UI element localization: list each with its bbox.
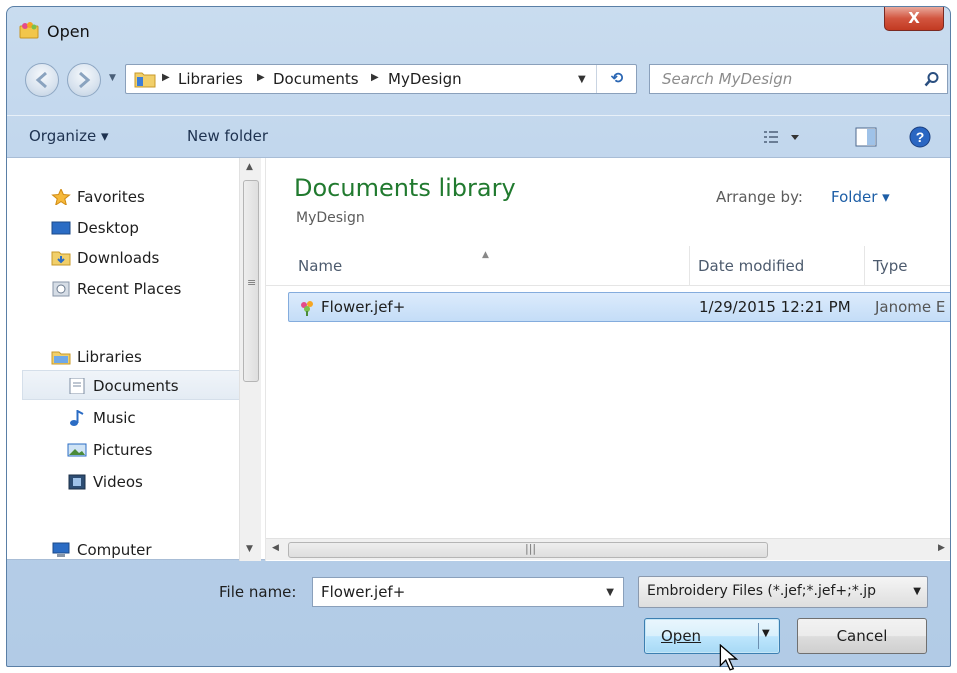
- close-button[interactable]: X: [884, 7, 944, 31]
- main-pane-area: Favorites Desktop Downloads Recent Place…: [7, 157, 950, 561]
- forward-button[interactable]: [67, 63, 101, 97]
- scroll-up-arrow[interactable]: ▲: [246, 162, 253, 172]
- desktop-icon: [51, 221, 71, 235]
- crumb-documents[interactable]: Documents: [273, 70, 359, 88]
- view-icon[interactable]: [763, 129, 803, 145]
- library-title: Documents library: [294, 174, 516, 202]
- file-scroll-thumb[interactable]: |||: [288, 542, 768, 558]
- downloads-icon: [51, 251, 71, 266]
- help-icon[interactable]: ?: [909, 126, 931, 148]
- address-dropdown[interactable]: ▼: [578, 74, 586, 85]
- column-header-row: ▲ Name Date modified Type: [266, 246, 950, 286]
- scroll-down-arrow[interactable]: ▼: [246, 544, 253, 554]
- column-name[interactable]: Name: [290, 246, 690, 286]
- file-row[interactable]: Flower.jef+ 1/29/2015 12:21 PM Janome E: [288, 292, 950, 322]
- file-type-filter-value: Embroidery Files (*.jef;*.jef+;*.jp: [647, 583, 877, 599]
- column-date-modified[interactable]: Date modified: [690, 246, 865, 286]
- arrange-by-label: Arrange by:: [716, 188, 803, 206]
- forward-icon: [79, 71, 91, 89]
- address-row: ▼ ▶ Libraries ▶ Documents ▶ MyDesign ▼ ⟲…: [7, 47, 950, 107]
- search-icon: [924, 72, 939, 87]
- mouse-cursor-icon: [719, 644, 739, 671]
- file-name-value: Flower.jef+: [321, 583, 406, 601]
- open-app-icon: [19, 22, 39, 39]
- music-icon: [70, 410, 84, 426]
- crumb-mydesign[interactable]: MyDesign: [388, 70, 462, 88]
- new-folder-button[interactable]: New folder: [187, 127, 268, 145]
- command-toolbar: Organize ▾ New folder ?: [7, 115, 950, 157]
- svg-text:?: ?: [916, 129, 925, 145]
- scroll-left-arrow[interactable]: ◀: [272, 543, 279, 553]
- file-type-filter[interactable]: Embroidery Files (*.jef;*.jef+;*.jp ▼: [638, 576, 928, 608]
- cancel-button[interactable]: Cancel: [797, 618, 927, 654]
- file-date-cell: 1/29/2015 12:21 PM: [699, 298, 851, 316]
- back-button[interactable]: [25, 63, 59, 97]
- libraries-icon: [51, 351, 71, 365]
- videos-icon: [68, 474, 86, 490]
- scroll-right-arrow[interactable]: ▶: [938, 543, 945, 553]
- file-horizontal-scrollbar[interactable]: ◀ ||| ▶: [266, 538, 950, 560]
- recent-places-icon: [52, 281, 70, 297]
- refresh-icon: ⟲: [610, 69, 624, 87]
- preview-pane-icon[interactable]: [855, 127, 877, 147]
- back-icon: [35, 71, 47, 89]
- chevron-down-icon[interactable]: ▼: [606, 587, 614, 598]
- refresh-button[interactable]: ⟲: [596, 65, 637, 93]
- file-type-cell: Janome E: [875, 298, 946, 316]
- nav-vertical-scrollbar[interactable]: ▲ ≡ ▼: [239, 158, 261, 561]
- file-list-pane: Documents library MyDesign Arrange by: F…: [265, 158, 950, 561]
- search-box[interactable]: Search MyDesign: [649, 64, 948, 94]
- star-icon: [51, 189, 71, 205]
- nav-scroll-thumb[interactable]: ≡: [243, 180, 259, 382]
- window-title: Open: [47, 22, 90, 41]
- folder-icon: [134, 72, 156, 88]
- library-subtitle: MyDesign: [296, 210, 365, 226]
- search-placeholder: Search MyDesign: [662, 70, 793, 88]
- computer-icon: [52, 542, 70, 557]
- organize-button[interactable]: Organize ▾: [29, 127, 109, 145]
- file-name-cell: Flower.jef+: [321, 298, 406, 316]
- dialog-footer: File name: Flower.jef+ ▼ Embroidery File…: [7, 560, 950, 666]
- crumb-libraries[interactable]: Libraries: [178, 70, 243, 88]
- column-type[interactable]: Type: [865, 246, 950, 286]
- open-options-dropdown[interactable]: ▼: [762, 628, 770, 639]
- recent-locations-dropdown[interactable]: ▼: [109, 73, 116, 83]
- navigation-pane: Favorites Desktop Downloads Recent Place…: [7, 158, 265, 561]
- pictures-icon: [67, 443, 87, 457]
- open-button-label: Open: [661, 627, 702, 645]
- chevron-down-icon: ▼: [913, 586, 921, 597]
- file-name-label: File name:: [219, 583, 297, 601]
- file-name-input[interactable]: Flower.jef+ ▼: [312, 577, 624, 607]
- title-bar: Open X: [7, 7, 950, 47]
- arrange-by-dropdown[interactable]: Folder ▾: [831, 188, 890, 206]
- embroidery-file-icon: [301, 301, 313, 316]
- address-bar[interactable]: ▶ Libraries ▶ Documents ▶ MyDesign ▼ ⟲: [125, 64, 637, 94]
- open-dialog: Open X ▼ ▶ Libraries ▶ Documents ▶ MyDes…: [6, 6, 951, 667]
- open-button[interactable]: Open ▼: [644, 618, 780, 654]
- documents-icon: [69, 378, 85, 394]
